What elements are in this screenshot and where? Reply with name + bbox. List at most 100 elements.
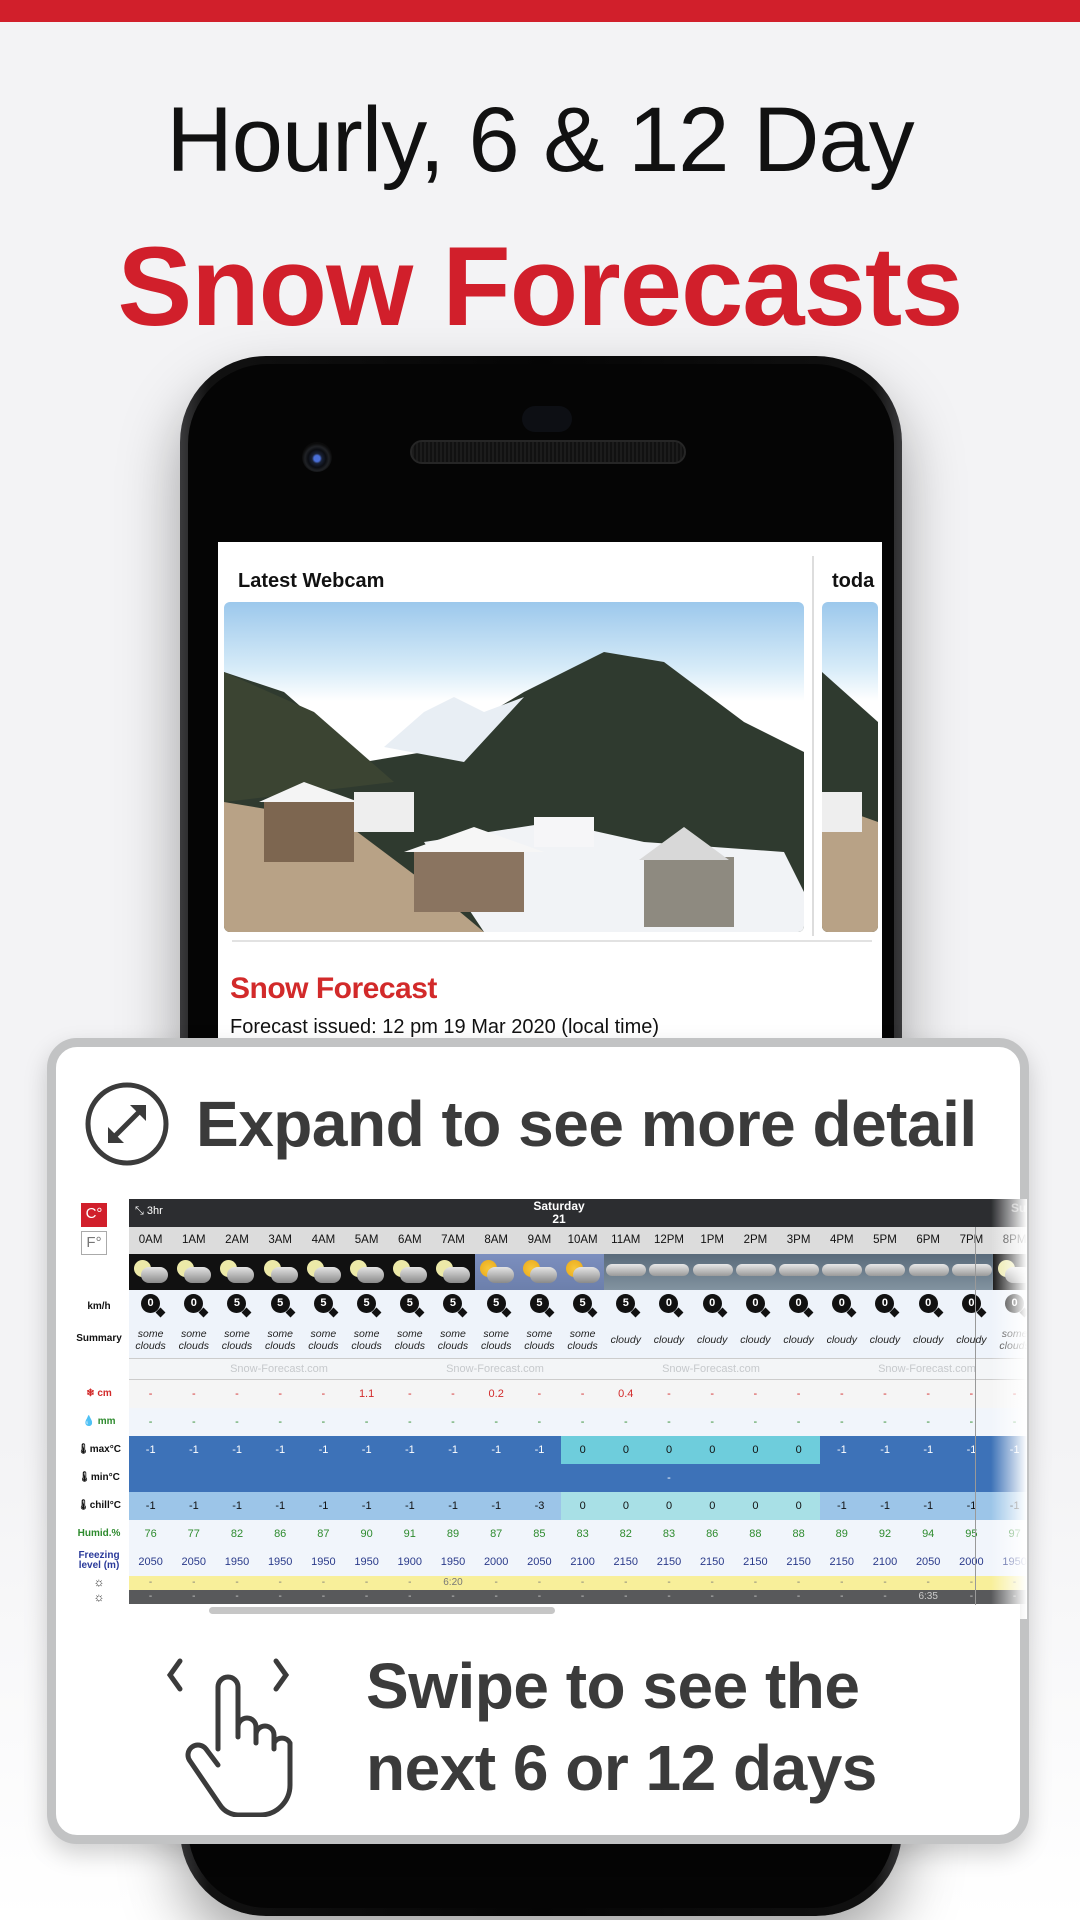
rain-cell: - <box>451 1416 455 1428</box>
rain-cell: - <box>753 1416 758 1428</box>
wind-badge: 5 <box>259 1290 302 1322</box>
max-temp-cell: -1 <box>820 1436 864 1464</box>
row-label-summary: Summary <box>76 1333 122 1344</box>
row-label-snow: ❄ cm <box>71 1388 127 1399</box>
humidity-cell: 82 <box>230 1528 244 1540</box>
fahrenheit-toggle[interactable]: F° <box>81 1231 107 1255</box>
snow-cell: - <box>321 1388 326 1400</box>
max-temp-cell: -1 <box>474 1436 518 1464</box>
snow-cell: - <box>407 1388 412 1400</box>
freezing-level-cell: 2150 <box>656 1556 682 1568</box>
rain-cell: - <box>191 1416 196 1428</box>
max-temp-cell: -1 <box>863 1436 907 1464</box>
rain-row: ------------------------- <box>129 1408 1027 1436</box>
celsius-toggle[interactable]: C° <box>81 1203 107 1227</box>
forecast-issued-text: Forecast issued: 12 pm 19 Mar 2020 (loca… <box>230 1016 660 1038</box>
summary-cell: cloudy <box>869 1334 901 1346</box>
wind-direction-icon: 5 <box>443 1294 468 1318</box>
min-temp-cell: - <box>667 1472 671 1484</box>
snow-cell: - <box>710 1388 715 1400</box>
freezing-level-cell: 2050 <box>915 1556 941 1568</box>
expand-callout-text: Expand to see more detail <box>196 1088 977 1160</box>
wind-direction-icon: 0 <box>184 1294 209 1318</box>
wind-direction-icon: 5 <box>357 1294 382 1318</box>
max-temp-cell: -1 <box>517 1436 562 1464</box>
wind-direction-icon: 5 <box>529 1294 555 1318</box>
snow-cell: - <box>667 1388 671 1400</box>
snow-cell: - <box>537 1388 542 1400</box>
horizontal-scrollbar[interactable] <box>209 1607 555 1614</box>
moon-some-clouds-icon <box>259 1254 302 1290</box>
webcam-scene <box>224 652 804 932</box>
sunrise-cell: - <box>753 1577 758 1588</box>
sunset-cell: - <box>969 1591 974 1602</box>
sunset-cell: - <box>537 1591 542 1602</box>
max-temp-cell: -1 <box>431 1436 475 1464</box>
thermometer-icon: 🌡 <box>78 1472 91 1483</box>
row-label-rain: 💧 mm <box>71 1416 127 1427</box>
rain-cell: - <box>278 1416 283 1428</box>
snow-cell: 0.2 <box>488 1388 504 1400</box>
sunset-cell: - <box>710 1591 714 1602</box>
wind-badge: 0 <box>647 1290 690 1322</box>
chill-temp-cell: 0 <box>690 1492 734 1520</box>
min-temp-cell <box>129 1464 172 1492</box>
humidity-cell: 88 <box>792 1528 805 1540</box>
cloudy-icon <box>777 1254 820 1290</box>
webcam-image[interactable] <box>224 602 804 932</box>
row-label-min: 🌡min°C <box>71 1472 127 1483</box>
sunrise-cell: - <box>624 1577 628 1588</box>
snow-cell: - <box>148 1388 153 1400</box>
wind-badge: 0 <box>950 1290 993 1322</box>
headline-line2: Snow Forecasts <box>117 224 964 349</box>
sunrise-cell: - <box>235 1577 239 1588</box>
cloudy-icon <box>691 1254 734 1290</box>
summary-cell: cloudy <box>913 1334 944 1346</box>
sunset-cell: - <box>408 1591 412 1602</box>
sunset-cell: - <box>796 1591 801 1602</box>
sunset-cell: - <box>494 1591 498 1602</box>
rain-cell: - <box>580 1416 585 1428</box>
row-label-max-text: max°C <box>89 1444 121 1455</box>
table-fade-edge <box>991 1199 1027 1619</box>
summary-cell: cloudy <box>653 1334 685 1346</box>
hour-cell: 6AM <box>397 1234 422 1246</box>
sun-some-clouds-icon <box>475 1254 518 1290</box>
wind-direction-icon: 5 <box>486 1294 512 1318</box>
sunrise-cell: - <box>883 1577 887 1588</box>
hour-cell: 4PM <box>829 1234 854 1246</box>
summary-cell: cloudy <box>697 1334 728 1346</box>
next-panel-image[interactable] <box>822 602 878 932</box>
min-temp-cell <box>172 1464 215 1492</box>
rain-cell: - <box>667 1416 671 1428</box>
day-label: Saturday 21 <box>529 1200 589 1226</box>
wind-direction-icon: 0 <box>659 1294 684 1318</box>
freezing-level-cell: 1950 <box>311 1556 336 1568</box>
forecast-grid[interactable]: ⤡ 3hr Saturday21 Su 0AM 1AM 2AM 3AM 4AM 5AM 6A… <box>129 1199 1027 1619</box>
watermark-text: Snow-Forecast.com <box>662 1363 760 1375</box>
section-divider <box>232 940 872 942</box>
forecast-table[interactable]: C° F° km/h Summary ❄ cm 💧 mm 🌡max°C 🌡min… <box>71 1199 1027 1619</box>
wind-badge: 5 <box>431 1290 474 1322</box>
hour-cell: 2PM <box>743 1234 768 1246</box>
wind-direction-icon: 0 <box>961 1294 987 1318</box>
sunrise-icon: ☼ <box>93 1575 105 1589</box>
sunrise-cell: - <box>192 1577 196 1588</box>
humidity-cell: 89 <box>446 1528 460 1540</box>
row-label-min-text: min°C <box>90 1472 120 1483</box>
max-temp-cell: -1 <box>258 1436 302 1464</box>
row-label-humidity: Humid.% <box>77 1528 121 1539</box>
chill-temp-cell: -1 <box>474 1492 518 1520</box>
panel-divider <box>812 556 814 936</box>
min-temp-cell <box>215 1464 258 1492</box>
summary-cell: cloudy <box>956 1334 987 1346</box>
snow-row: -----1.1--0.2--0.4----------0.1-2 <box>129 1380 1027 1408</box>
thermometer-icon: 🌡 <box>77 1500 90 1511</box>
moon-some-clouds-icon <box>215 1254 258 1290</box>
collapse-3hr-button[interactable]: ⤡ 3hr <box>135 1205 163 1218</box>
sunrise-cell: - <box>408 1577 412 1588</box>
sunrise-cell: 6:20 <box>443 1577 463 1588</box>
min-temp-cell <box>345 1464 388 1492</box>
humidity-cell: 94 <box>922 1528 935 1540</box>
max-temp-cell: -1 <box>949 1436 994 1464</box>
